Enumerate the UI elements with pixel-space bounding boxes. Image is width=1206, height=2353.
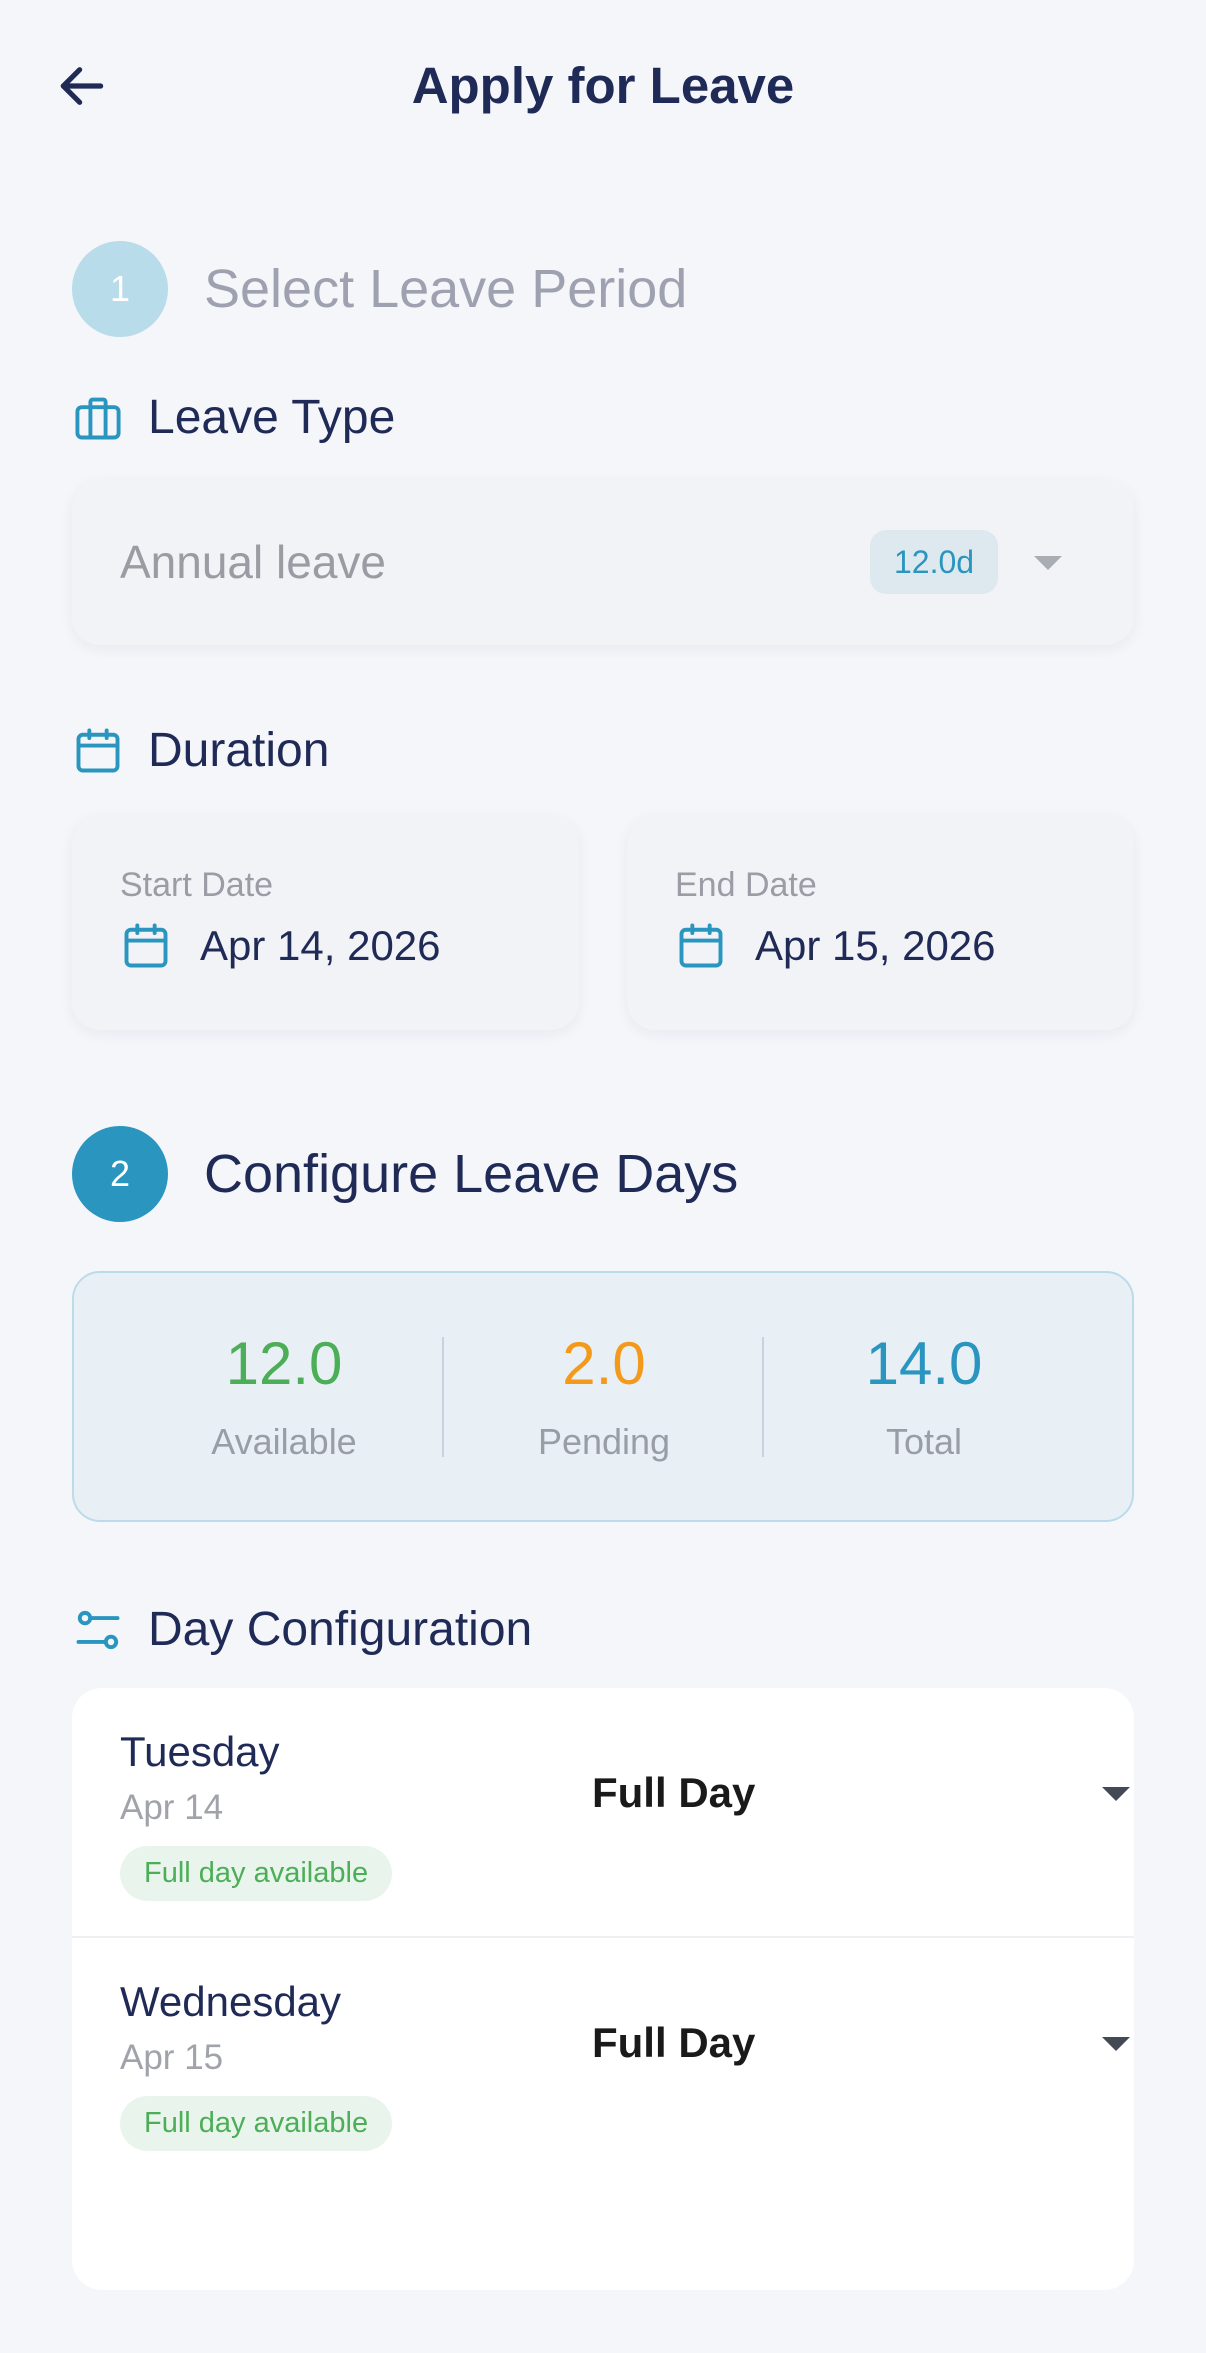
- briefcase-icon: [75, 397, 121, 439]
- step-2-title: Configure Leave Days: [204, 1144, 739, 1204]
- calendar-icon: [124, 923, 168, 968]
- day-date: Apr 14: [120, 1788, 224, 1827]
- day-name: Wednesday: [120, 1978, 342, 2025]
- chevron-down-icon: [1102, 2037, 1130, 2051]
- day-configuration-label-text: Day Configuration: [148, 1603, 533, 1656]
- chevron-down-icon: [1034, 556, 1062, 570]
- stat-divider: [442, 1337, 444, 1457]
- calendar-icon: [679, 923, 723, 968]
- leave-type-label-text: Leave Type: [148, 391, 396, 444]
- leave-balance-summary: 12.0 Available 2.0 Pending 14.0 Total: [72, 1271, 1134, 1522]
- list-item: Tuesday Apr 14 Full day available Full D…: [72, 1688, 1134, 1938]
- step-1-badge: 1: [72, 241, 168, 337]
- start-date-field[interactable]: Start Date Apr 14, 2026: [72, 815, 579, 1030]
- step-1-title: Select Leave Period: [204, 259, 688, 319]
- end-date-field[interactable]: End Date Apr 15, 2026: [627, 815, 1134, 1030]
- total-label: Total: [885, 1421, 963, 1462]
- day-type-value: Full Day: [592, 2019, 756, 2066]
- pending-stat: 2.0 Pending: [464, 1273, 744, 1520]
- end-date-value: Apr 15, 2026: [755, 922, 996, 969]
- start-date-value: Apr 14, 2026: [200, 922, 441, 969]
- stat-divider: [762, 1337, 764, 1457]
- available-value: 12.0: [225, 1330, 343, 1397]
- list-item: Wednesday Apr 15 Full day available Full…: [72, 1938, 1134, 2188]
- sliders-icon: [76, 1610, 120, 1649]
- day-type-select[interactable]: Full Day: [592, 1993, 1130, 2093]
- day-name: Tuesday: [120, 1728, 280, 1775]
- availability-badge: Full day available: [120, 2096, 393, 2151]
- leave-type-select[interactable]: Annual leave 12.0d: [72, 480, 1134, 645]
- leave-type-label: Leave Type: [72, 390, 395, 445]
- app-header: Apply for Leave: [0, 0, 1206, 175]
- total-stat: 14.0 Total: [784, 1273, 1064, 1520]
- page-title: Apply for Leave: [411, 57, 795, 114]
- chevron-down-icon: [1102, 1787, 1130, 1801]
- availability-badge: Full day available: [120, 1846, 393, 1901]
- duration-label-text: Duration: [148, 724, 330, 777]
- step-1-header: 1 Select Leave Period: [72, 241, 687, 337]
- leave-balance-badge: 12.0d: [870, 530, 999, 594]
- total-value: 14.0: [865, 1330, 983, 1397]
- duration-label: Duration: [72, 723, 329, 778]
- day-type-value: Full Day: [592, 1769, 756, 1816]
- start-date-label: Start Date: [120, 866, 274, 904]
- day-configuration-list: Tuesday Apr 14 Full day available Full D…: [72, 1688, 1134, 2290]
- day-type-select[interactable]: Full Day: [592, 1743, 1130, 1843]
- calendar-icon: [76, 727, 120, 772]
- available-label: Available: [211, 1421, 357, 1462]
- step-2-header: 2 Configure Leave Days: [72, 1126, 738, 1222]
- step-2-badge: 2: [72, 1126, 168, 1222]
- end-date-label: End Date: [675, 866, 817, 904]
- day-date: Apr 15: [120, 2038, 224, 2077]
- available-stat: 12.0 Available: [144, 1273, 424, 1520]
- pending-value: 2.0: [562, 1330, 646, 1397]
- pending-label: Pending: [537, 1421, 671, 1462]
- day-configuration-label: Day Configuration: [72, 1602, 532, 1657]
- leave-type-value: Annual leave: [120, 536, 386, 588]
